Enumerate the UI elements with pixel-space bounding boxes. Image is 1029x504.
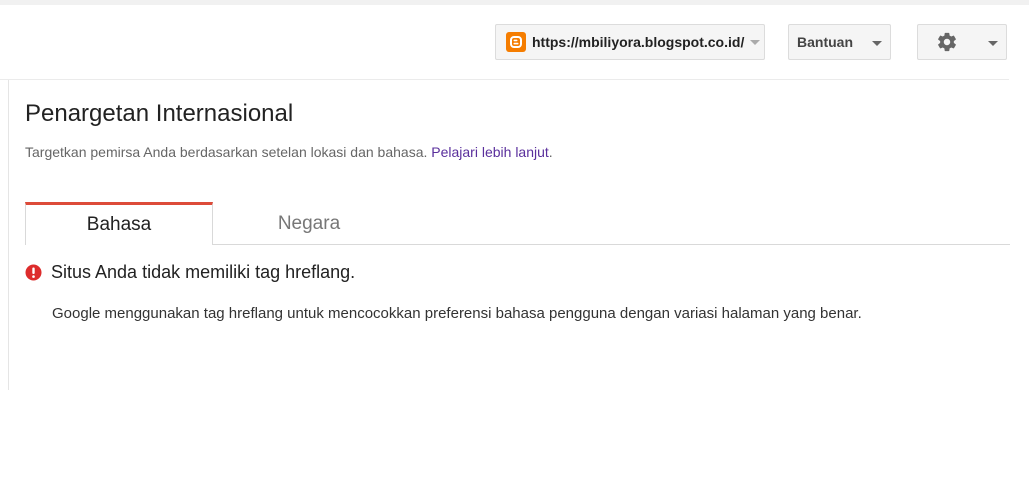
header-bar: https://mbiliyora.blogspot.co.id/ Bantua… [0,5,1009,80]
help-label: Bantuan [797,34,853,50]
chevron-down-icon [750,39,761,45]
help-button[interactable]: Bantuan [788,24,891,60]
learn-more-link[interactable]: Pelajari lebih lanjut [431,144,549,160]
tab-bahasa[interactable]: Bahasa [25,202,213,245]
gear-icon [936,31,958,56]
site-selector-button[interactable]: https://mbiliyora.blogspot.co.id/ [495,24,765,60]
chevron-down-icon [988,41,998,46]
tab-negara[interactable]: Negara [215,202,403,245]
chevron-down-icon [872,41,882,46]
tab-label: Negara [277,212,341,234]
subtitle-text: Targetkan pemirsa Anda berdasarkan setel… [25,144,428,160]
content-left-border [8,80,9,390]
site-url: https://mbiliyora.blogspot.co.id/ [532,34,745,50]
blogger-icon [506,32,526,52]
error-icon [25,264,42,286]
tab-label: Bahasa [86,214,152,235]
page-subtitle: Targetkan pemirsa Anda berdasarkan setel… [25,144,553,160]
settings-button[interactable] [917,24,1007,60]
alert-title: Situs Anda tidak memiliki tag hreflang. [51,262,356,282]
subtitle-period: . [548,144,553,160]
page-title: Penargetan Internasional [25,100,294,127]
alert-description: Google menggunakan tag hreflang untuk me… [52,305,862,322]
